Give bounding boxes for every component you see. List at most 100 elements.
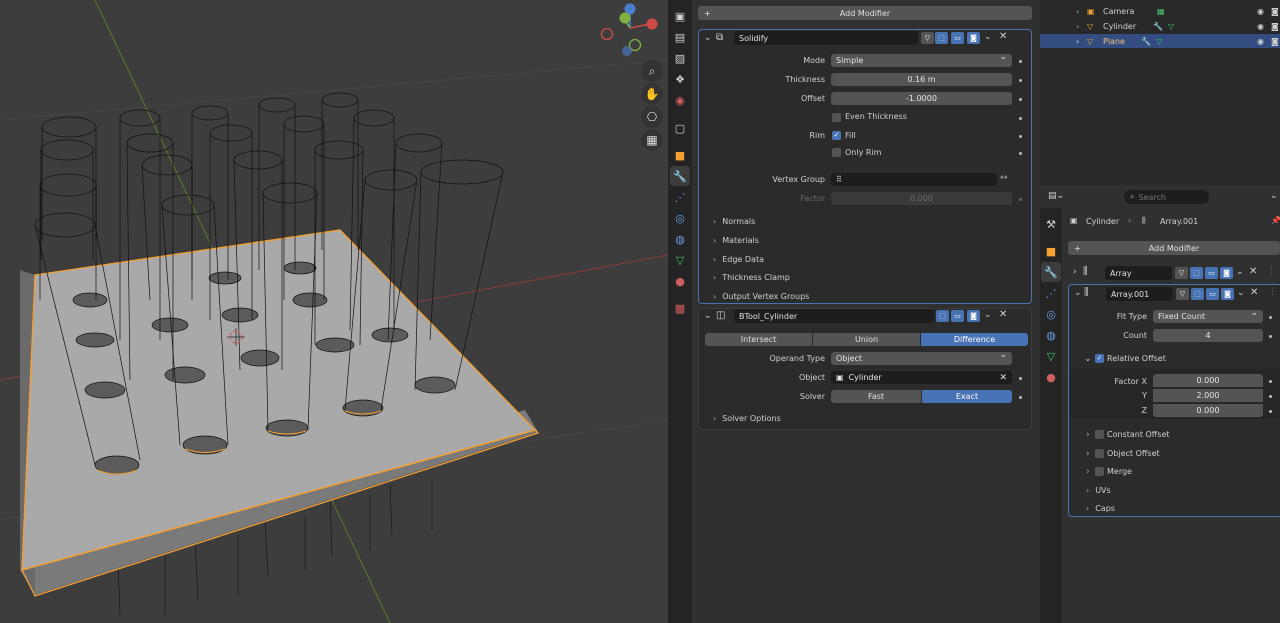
data-tab-icon[interactable]: ▽ <box>1041 346 1061 366</box>
render-icon[interactable]: ◙ <box>967 310 980 322</box>
keyframe-dot[interactable] <box>1019 135 1022 138</box>
keyframe-dot[interactable] <box>1269 395 1272 398</box>
keyframe-dot[interactable] <box>1019 377 1022 380</box>
render-tab-icon[interactable]: ▤ <box>670 27 690 47</box>
grid-perspective-icon[interactable]: ▦ <box>641 129 663 151</box>
editor-type-icon[interactable]: ▤⌄ <box>1048 191 1064 201</box>
texture-tab-icon[interactable]: ▩ <box>670 298 690 318</box>
output-tab-icon[interactable]: ▨ <box>670 48 690 68</box>
constant-offset-checkbox[interactable] <box>1095 430 1104 439</box>
camera-view-icon[interactable]: ⎔ <box>641 106 663 128</box>
normals-subpanel[interactable]: Normals <box>713 217 755 226</box>
scene-tab-icon[interactable]: ◉ <box>670 90 690 110</box>
dropdown-chevron-icon[interactable]: ⌄ <box>984 310 992 320</box>
edit-cage-icon[interactable]: ▽ <box>1175 267 1188 279</box>
keyframe-dot[interactable] <box>1269 335 1272 338</box>
constraints-tab-icon[interactable]: ◍ <box>1041 325 1061 345</box>
thickness-clamp-subpanel[interactable]: Thickness Clamp <box>713 273 790 282</box>
particles-tab-icon[interactable]: ⋰ <box>1041 283 1061 303</box>
dropdown-chevron-icon[interactable]: ⌄ <box>984 32 992 42</box>
factor-field[interactable]: 0.000 <box>831 192 1012 205</box>
relative-offset-checkbox[interactable]: ✓ <box>1095 354 1104 363</box>
collapse-chevron-icon[interactable]: ⌄ <box>704 33 712 43</box>
render-icon[interactable]: ◙ <box>1221 288 1234 300</box>
fit-type-select[interactable]: Fixed Count <box>1153 308 1263 323</box>
eye-icon[interactable]: ◉ <box>1257 22 1264 31</box>
close-icon[interactable]: ✕ <box>1249 266 1257 277</box>
object-tab-icon[interactable]: ■ <box>670 145 690 165</box>
even-thickness-checkbox[interactable] <box>832 113 841 122</box>
render-camera-icon[interactable]: ◙ <box>1271 22 1279 31</box>
difference-button[interactable]: Difference <box>921 333 1028 346</box>
keyframe-dot[interactable] <box>1019 79 1022 82</box>
collapse-chevron-icon[interactable]: ⌄ <box>1074 288 1082 298</box>
edit-cage-icon[interactable]: ▽ <box>1176 288 1189 300</box>
pin-icon[interactable]: 📌 <box>1271 216 1280 225</box>
outliner-row-camera[interactable]: › ▣ Camera ▦ ◉ ◙ <box>1040 4 1280 18</box>
clear-icon[interactable]: ✕ <box>999 373 1007 383</box>
edit-cage-icon[interactable]: ▽ <box>921 32 934 44</box>
factor-x-field[interactable]: 0.000 <box>1153 374 1263 387</box>
collapse-chevron-icon[interactable]: ⌄ <box>1084 354 1092 364</box>
drag-handle-icon[interactable]: ⋮ <box>1268 287 1277 297</box>
constraints-tab-icon[interactable]: ◍ <box>670 229 690 249</box>
add-modifier-button-right[interactable]: + Add Modifier <box>1068 241 1280 255</box>
close-icon[interactable]: ✕ <box>1250 287 1258 298</box>
keyframe-dot[interactable] <box>1019 198 1022 201</box>
only-rim-checkbox[interactable] <box>832 148 841 157</box>
edit-mode-icon[interactable]: ⬚ <box>1191 288 1204 300</box>
modifier-tab-icon[interactable]: 🔧 <box>670 166 690 186</box>
count-field[interactable]: 4 <box>1153 329 1263 342</box>
dropdown-chevron-icon[interactable]: ⌄ <box>1237 288 1245 298</box>
edit-mode-icon[interactable]: ⬚ <box>1190 267 1203 279</box>
view-layer-tab-icon[interactable]: ❖ <box>670 69 690 89</box>
realtime-icon[interactable]: ▭ <box>951 32 964 44</box>
object-tab-icon[interactable]: ■ <box>1041 241 1061 261</box>
expand-chevron-icon[interactable]: › <box>1073 267 1077 277</box>
caps-subpanel[interactable]: Caps <box>1086 504 1115 513</box>
array-name-field[interactable]: Array <box>1105 266 1172 280</box>
expand-chevron-icon[interactable]: › <box>1076 7 1079 16</box>
dropdown-chevron-icon[interactable]: ⌄ <box>1236 267 1244 277</box>
render-icon[interactable]: ◙ <box>1220 267 1233 279</box>
drag-handle-icon[interactable]: ⋮ <box>1267 266 1276 276</box>
zoom-icon[interactable]: ⌕ <box>641 60 663 82</box>
vertex-group-field[interactable]: ⠿ <box>831 173 997 186</box>
factor-z-field[interactable]: 0.000 <box>1153 404 1263 417</box>
factor-y-field[interactable]: 2.000 <box>1153 389 1263 402</box>
eye-icon[interactable]: ◉ <box>1257 37 1264 46</box>
close-icon[interactable]: ✕ <box>999 31 1007 42</box>
keyframe-dot[interactable] <box>1019 60 1022 63</box>
solidify-name-field[interactable]: Solidify <box>734 31 918 45</box>
world-tab-icon[interactable]: ▢ <box>670 118 690 138</box>
collapse-chevron-icon[interactable]: ⌄ <box>704 311 712 321</box>
uvs-subpanel[interactable]: UVs <box>1086 486 1111 495</box>
array001-name-field[interactable]: Array.001 <box>1106 287 1173 301</box>
object-field[interactable]: ▣ Cylinder ✕ <box>831 371 1012 384</box>
modifier-tab-icon[interactable]: 🔧 <box>1041 262 1061 282</box>
merge-checkbox[interactable] <box>1095 467 1104 476</box>
mode-select[interactable]: Simple <box>831 52 1012 67</box>
data-tab-icon[interactable]: ▽ <box>670 250 690 270</box>
edit-mode-icon[interactable]: ⬚ <box>935 32 948 44</box>
realtime-icon[interactable]: ▭ <box>1206 288 1219 300</box>
expand-chevron-icon[interactable]: › <box>1076 37 1079 46</box>
edit-mode-icon[interactable]: ⬚ <box>936 310 949 322</box>
expand-chevron-icon[interactable]: › <box>1086 430 1090 440</box>
array-modifier-header[interactable]: › ⫼ Array ▽ ⬚ ▭ ◙ ⌄ ✕ ⋮ <box>1068 265 1280 282</box>
intersect-button[interactable]: Intersect <box>705 333 812 346</box>
outliner-row-cylinder[interactable]: › ▽ Cylinder 🔧 ▽ ◉ ◙ <box>1040 19 1280 33</box>
material-tab-icon[interactable]: ● <box>670 271 690 291</box>
materials-subpanel[interactable]: Materials <box>713 236 759 245</box>
edge-data-subpanel[interactable]: Edge Data <box>713 255 764 264</box>
invert-arrows-icon[interactable]: ↔ <box>1000 173 1008 183</box>
solver-options-subpanel[interactable]: Solver Options <box>713 414 781 423</box>
3d-viewport[interactable]: ⌕ ✋ ⎔ ▦ <box>0 0 668 623</box>
physics-tab-icon[interactable]: ◎ <box>670 208 690 228</box>
keyframe-dot[interactable] <box>1019 152 1022 155</box>
realtime-icon[interactable]: ▭ <box>1205 267 1218 279</box>
thickness-field[interactable]: 0.16 m <box>831 73 1012 86</box>
keyframe-dot[interactable] <box>1019 396 1022 399</box>
hand-pan-icon[interactable]: ✋ <box>641 83 663 105</box>
physics-tab-icon[interactable]: ◎ <box>1041 304 1061 324</box>
